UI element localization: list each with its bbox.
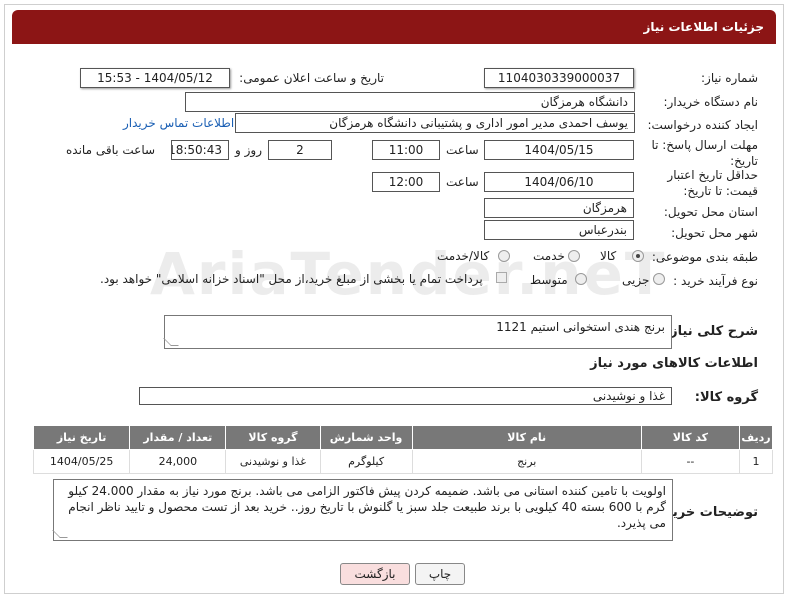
category-goods-label: کالا — [600, 249, 617, 263]
cell-quantity: 24,000 — [129, 449, 227, 474]
description-label: شرح کلی نیاز: — [664, 324, 758, 339]
col-code: کد کالا — [640, 425, 741, 450]
creator-label: ایجاد کننده درخواست: — [647, 118, 758, 132]
col-group: گروه کالا — [225, 425, 321, 450]
need-number-field: 1104030339000037 — [484, 68, 634, 88]
col-unit: واحد شمارش — [319, 425, 413, 450]
city-label: شهر محل تحویل: — [671, 226, 758, 240]
price-validity-date-field: 1404/06/10 — [484, 172, 634, 192]
buyer-contact-link[interactable]: اطلاعات تماس خریدار — [123, 116, 234, 130]
cell-name: برنج — [411, 449, 642, 474]
goods-group-field: غذا و نوشیدنی — [139, 387, 672, 405]
creator-field: یوسف احمدی مدیر امور اداری و پشتیبانی دا… — [235, 113, 635, 133]
description-text: برنج هندی استخوانی استیم 1121 — [496, 320, 665, 334]
category-goods-radio[interactable] — [632, 250, 644, 262]
description-textarea: برنج هندی استخوانی استیم 1121 — [163, 315, 672, 349]
col-row: ردیف — [739, 425, 773, 450]
goods-group-label: گروه کالا: — [694, 390, 758, 405]
days-field: 2 — [268, 140, 332, 160]
announce-label: تاریخ و ساعت اعلان عمومی: — [239, 71, 384, 85]
page-title: جزئیات اطلاعات نیاز — [643, 20, 764, 34]
process-medium-radio[interactable] — [575, 273, 587, 285]
buyer-notes-textarea: اولویت با تامین کننده استانی می باشد. ضم… — [52, 479, 673, 541]
deadline-time-field: 11:00 — [372, 140, 440, 160]
category-label: طبقه بندی موضوعی: — [651, 250, 758, 264]
goods-table: ردیف کد کالا نام کالا واحد شمارش گروه کا… — [32, 425, 773, 474]
print-button[interactable]: چاپ — [415, 563, 465, 585]
process-minor-radio[interactable] — [653, 273, 665, 285]
deadline-date-field: 1404/05/15 — [484, 140, 634, 160]
deadline-label: مهلت ارسال پاسخ: تا تاریخ: — [651, 138, 758, 168]
category-service-label: خدمت — [533, 249, 565, 263]
remaining-label: ساعت باقی مانده — [66, 143, 156, 157]
category-service-radio[interactable] — [568, 250, 580, 262]
province-label: استان محل تحویل: — [663, 205, 758, 219]
col-date: تاریخ نیاز — [32, 425, 131, 450]
announce-field: 1404/05/12 - 15:53 — [80, 68, 230, 88]
page-header: جزئیات اطلاعات نیاز — [12, 10, 776, 44]
col-name: نام کالا — [411, 425, 642, 450]
category-both-radio[interactable] — [498, 250, 510, 262]
cell-date: 1404/05/25 — [32, 449, 131, 474]
process-minor-label: جزیی — [622, 273, 650, 287]
city-field: بندرعباس — [484, 220, 634, 240]
cell-group: غذا و نوشیدنی — [225, 449, 321, 474]
cell-row: 1 — [739, 449, 773, 474]
cell-code: -- — [640, 449, 741, 474]
cell-unit: کیلوگرم — [319, 449, 413, 474]
deadline-time-label: ساعت — [446, 143, 479, 157]
process-medium-label: متوسط — [530, 273, 568, 287]
buyer-notes-text: اولویت با تامین کننده استانی می باشد. ضم… — [68, 484, 666, 530]
days-label: روز و — [235, 143, 262, 157]
resize-handle-icon[interactable] — [52, 530, 68, 538]
back-button[interactable]: بازگشت — [340, 563, 410, 585]
col-quantity: تعداد / مقدار — [129, 425, 227, 450]
province-field: هرمزگان — [484, 198, 634, 218]
treasury-payment-note: پرداخت تمام یا بخشی از مبلغ خرید،از محل … — [100, 272, 483, 286]
buyer-org-label: نام دستگاه خریدار: — [663, 95, 759, 109]
table-header-row: ردیف کد کالا نام کالا واحد شمارش گروه کا… — [32, 425, 773, 450]
price-validity-time-field: 12:00 — [372, 172, 440, 192]
category-both-label: کالا/خدمت — [437, 249, 490, 263]
remaining-time-field: 18:50:43 — [171, 140, 229, 160]
goods-section-title: اطلاعات کالاهای مورد نیاز — [590, 356, 758, 371]
buyer-org-field: دانشگاه هرمزگان — [185, 92, 635, 112]
price-validity-time-label: ساعت — [446, 175, 479, 189]
need-number-label: شماره نیاز: — [701, 71, 758, 85]
treasury-payment-checkbox[interactable] — [496, 272, 507, 283]
table-row: 1 -- برنج کیلوگرم غذا و نوشیدنی 24,000 1… — [32, 449, 773, 474]
process-label: نوع فرآیند خرید : — [673, 274, 758, 288]
price-validity-label: حداقل تاریخ اعتبار قیمت: تا تاریخ: — [667, 168, 758, 198]
resize-handle-icon[interactable] — [163, 338, 179, 346]
